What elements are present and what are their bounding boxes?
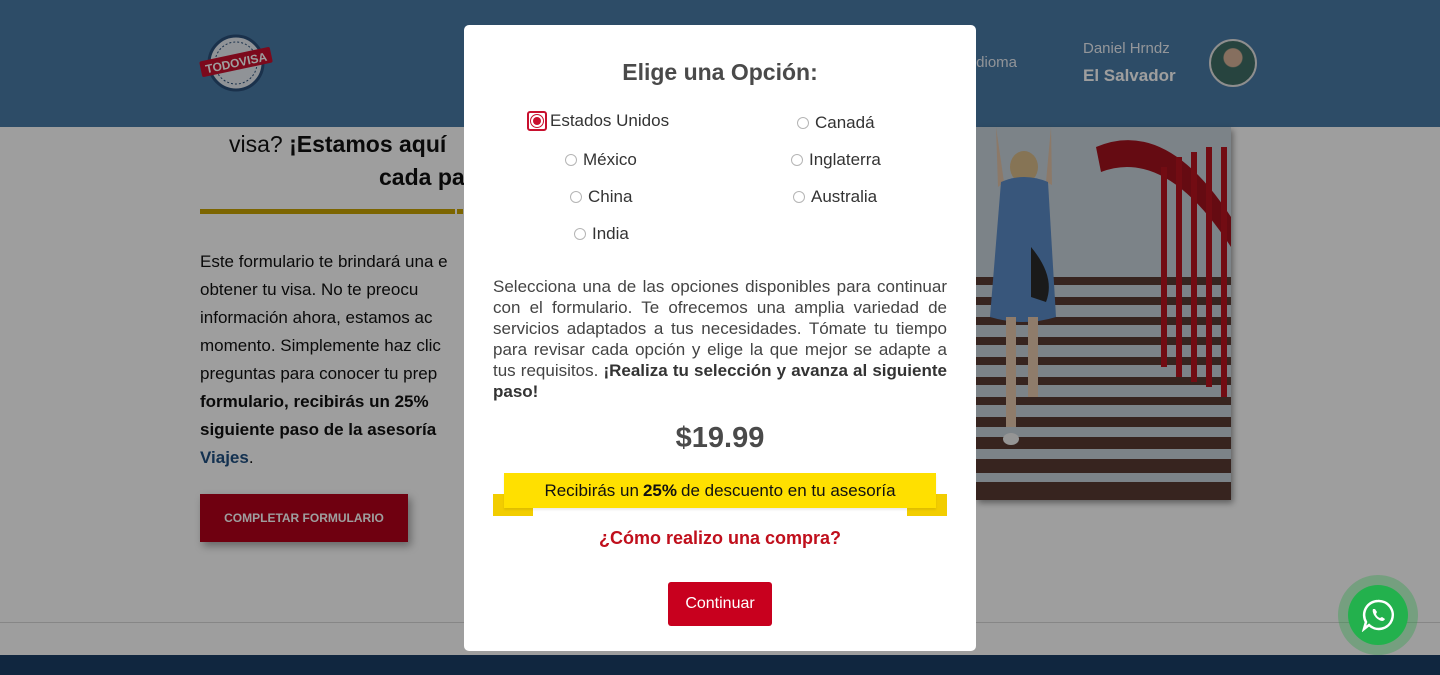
option-estados-unidos[interactable]: Estados Unidos [527,111,669,131]
radio-icon[interactable] [793,191,805,203]
how-to-buy-link[interactable]: ¿Cómo realizo una compra? [464,528,976,549]
option-china[interactable]: China [570,187,632,207]
option-australia[interactable]: Australia [793,187,877,207]
whatsapp-button[interactable] [1338,575,1418,655]
option-india[interactable]: India [574,224,629,244]
ribbon-band: Recibirás un 25% de descuento en tu ases… [504,473,936,508]
ribbon-discount: 25% [642,480,677,500]
radio-icon[interactable] [574,228,586,240]
radio-icon[interactable] [570,191,582,203]
modal-description: Selecciona una de las opciones disponibl… [493,276,947,402]
ribbon-text: Recibirás un [544,480,639,500]
radio-icon[interactable] [791,154,803,166]
option-label: Estados Unidos [550,111,670,130]
option-label: Australia [811,187,878,206]
radio-icon[interactable] [797,117,809,129]
discount-ribbon: Recibirás un 25% de descuento en tu ases… [493,473,947,517]
radio-icon[interactable] [565,154,577,166]
ribbon-text: de descuento en tu asesoría [680,480,896,500]
option-label: India [592,224,629,243]
radio-selected-icon[interactable] [530,114,544,128]
modal-title: Elige una Opción: [622,59,818,85]
option-inglaterra[interactable]: Inglaterra [791,150,881,170]
whatsapp-icon [1348,585,1408,645]
price: $19.99 [675,422,765,454]
radio-focus-ring [527,111,547,131]
option-modal: Elige una Opción: Estados Unidos Canadá … [464,25,976,651]
continue-button[interactable]: Continuar [668,582,772,626]
option-mexico[interactable]: México [565,150,637,170]
option-label: México [583,150,637,169]
option-label: Canadá [815,113,875,132]
option-label: Inglaterra [809,150,881,169]
option-canada[interactable]: Canadá [797,113,875,133]
option-label: China [588,187,633,206]
